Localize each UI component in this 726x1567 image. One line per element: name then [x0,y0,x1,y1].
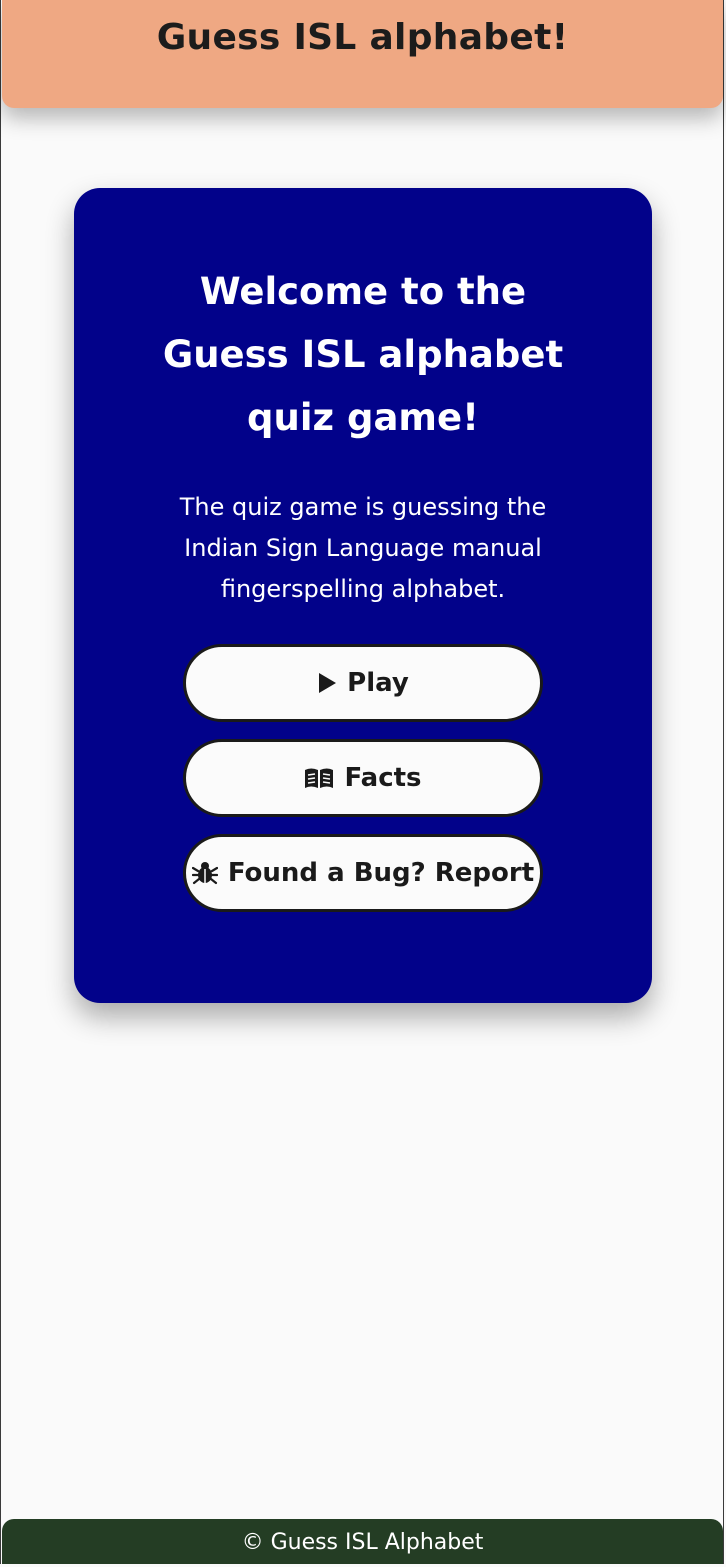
play-button-label: Play [347,668,409,698]
app-title: Guess ISL alphabet! [156,17,569,58]
welcome-card: Welcome to the Guess ISL alphabet quiz g… [74,188,652,1003]
copyright-text: © Guess ISL Alphabet [241,1530,484,1555]
report-bug-button[interactable]: Found a Bug? Report [183,834,543,912]
facts-button-label: Facts [344,763,422,793]
menu-buttons: Play Facts Found a Bug? Report [74,644,652,912]
game-description: The quiz game is guessing the Indian Sig… [179,493,547,603]
book-open-icon [304,767,334,789]
bug-icon [191,860,218,886]
app-header: Guess ISL alphabet! [2,0,723,108]
play-icon [317,672,337,694]
welcome-heading: Welcome to the Guess ISL alphabet quiz g… [162,270,564,439]
play-button[interactable]: Play [183,644,543,722]
app-footer: © Guess ISL Alphabet [2,1519,723,1564]
facts-button[interactable]: Facts [183,739,543,817]
report-bug-button-label: Found a Bug? Report [227,858,535,888]
